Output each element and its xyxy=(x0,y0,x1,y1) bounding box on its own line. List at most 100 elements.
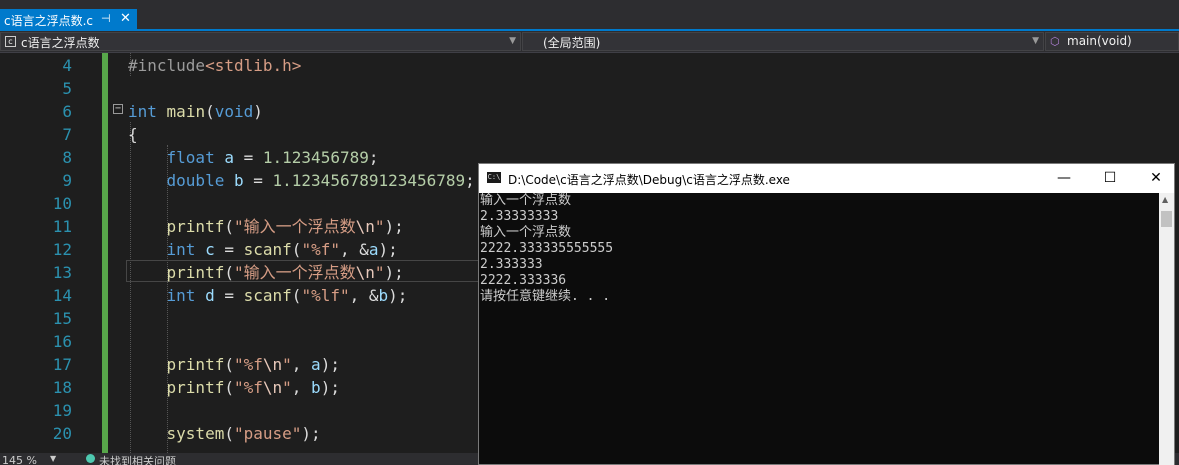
code-token: ( xyxy=(224,217,234,236)
chevron-down-icon: ▼ xyxy=(509,36,516,46)
pin-icon[interactable]: ⊣ xyxy=(101,12,111,25)
code-token: scanf xyxy=(243,240,292,259)
code-token: float xyxy=(166,148,215,167)
chevron-down-icon: ▼ xyxy=(1032,36,1039,46)
console-scrollbar[interactable]: ▲ xyxy=(1159,193,1174,465)
line-number: 5 xyxy=(62,79,72,98)
code-token: " xyxy=(374,263,385,282)
code-token: a xyxy=(311,355,321,374)
file-icon: c xyxy=(5,36,16,47)
line-number: 10 xyxy=(52,194,72,213)
code-token: printf xyxy=(166,263,225,282)
code-token: ); xyxy=(320,355,340,374)
line-number: 19 xyxy=(52,401,72,420)
member-label: main(void) xyxy=(1067,34,1132,48)
minimize-button[interactable]: — xyxy=(1044,168,1084,188)
line-number: 12 xyxy=(52,240,72,259)
code-token: printf xyxy=(166,355,225,374)
code-line[interactable]: int d = scanf("%lf", &b); xyxy=(128,284,408,307)
code-token: , xyxy=(291,378,312,397)
scroll-up-icon[interactable]: ▲ xyxy=(1162,195,1168,204)
code-line[interactable]: double b = 1.123456789123456789; xyxy=(128,169,475,192)
line-number: 13 xyxy=(52,263,72,282)
console-line: 2.333333 xyxy=(480,257,543,272)
code-line[interactable]: printf("输入一个浮点数\n"); xyxy=(128,215,404,238)
console-line: 请按任意键继续. . . xyxy=(480,289,611,304)
code-token: ) xyxy=(253,102,263,121)
code-token: ); xyxy=(320,378,340,397)
project-label: c语言之浮点数 xyxy=(21,36,100,50)
code-token: "%f xyxy=(233,355,263,374)
code-token: ); xyxy=(384,263,404,282)
code-token: scanf xyxy=(243,286,292,305)
code-line[interactable]: printf("%f\n", a); xyxy=(128,353,340,376)
code-token: 1.123456789123456789 xyxy=(272,171,466,190)
code-token: " xyxy=(282,355,292,374)
issues-status[interactable]: 未找到相关问题 xyxy=(99,453,176,465)
code-token: 1.123456789 xyxy=(262,148,369,167)
tab-bar: c语言之浮点数.c ⊣ ✕ xyxy=(0,0,1179,31)
console-titlebar[interactable]: C:\ D:\Code\c语言之浮点数\Debug\c语言之浮点数.exe — … xyxy=(479,164,1174,193)
code-line[interactable]: printf("输入一个浮点数\n"); xyxy=(128,261,404,284)
tab-c-file[interactable]: c语言之浮点数.c ⊣ ✕ xyxy=(0,9,137,31)
code-token: ( xyxy=(224,263,234,282)
code-token: "%f" xyxy=(301,240,340,259)
close-button[interactable]: ✕ xyxy=(1136,168,1176,188)
console-output: 输入一个浮点数 2.33333333 输入一个浮点数 2222.33333555555… xyxy=(479,193,1159,465)
code-line[interactable]: #include<stdlib.h> xyxy=(128,54,301,77)
close-icon[interactable]: ✕ xyxy=(120,11,131,26)
navigation-bar: c c语言之浮点数 ▼ (全局范围) ▼ ⬡ main(void) xyxy=(0,31,1179,53)
console-line: 输入一个浮点数 xyxy=(480,225,572,240)
line-number: 14 xyxy=(52,286,72,305)
console-title: D:\Code\c语言之浮点数\Debug\c语言之浮点数.exe xyxy=(508,173,790,187)
code-token: , & xyxy=(349,286,379,305)
code-line[interactable]: int main(void) xyxy=(128,100,263,123)
code-token: a xyxy=(368,240,379,259)
code-line[interactable]: float a = 1.123456789; xyxy=(128,146,379,169)
code-token: ( xyxy=(224,424,234,443)
code-token: "%f xyxy=(233,378,263,397)
line-number: 8 xyxy=(62,148,72,167)
change-indicator-bar xyxy=(102,53,108,453)
code-token: b xyxy=(378,286,389,305)
line-number: 20 xyxy=(52,424,72,443)
scope-dropdown[interactable]: (全局范围) ▼ xyxy=(522,32,1044,51)
line-number: 18 xyxy=(52,378,72,397)
code-line[interactable]: printf("%f\n", b); xyxy=(128,376,340,399)
console-line: 2.33333333 xyxy=(480,209,559,224)
code-token: \n xyxy=(262,355,283,374)
code-token: \n xyxy=(262,378,283,397)
code-token: ( xyxy=(291,286,302,305)
code-token: ( xyxy=(224,355,234,374)
code-token: #include xyxy=(128,56,206,75)
code-token: = xyxy=(243,171,273,190)
code-token: = xyxy=(214,286,244,305)
code-line[interactable]: system("pause"); xyxy=(128,422,321,445)
code-token: double xyxy=(166,171,225,190)
code-token: ; xyxy=(368,148,379,167)
code-token: "%lf" xyxy=(301,286,350,305)
zoom-level[interactable]: 145 % xyxy=(2,454,37,465)
chevron-down-icon[interactable]: ▼ xyxy=(50,454,56,463)
tab-title: c语言之浮点数.c xyxy=(4,14,94,28)
console-app-icon: C:\ xyxy=(487,172,501,183)
console-window[interactable]: C:\ D:\Code\c语言之浮点数\Debug\c语言之浮点数.exe — … xyxy=(478,163,1175,465)
code-line[interactable]: { xyxy=(128,123,138,146)
maximize-button[interactable]: ☐ xyxy=(1090,168,1130,188)
collapse-toggle-icon[interactable]: − xyxy=(113,104,123,114)
code-token: void xyxy=(214,102,254,121)
scrollbar-thumb[interactable] xyxy=(1161,211,1172,227)
project-dropdown[interactable]: c c语言之浮点数 ▼ xyxy=(0,32,521,51)
code-token: a xyxy=(224,148,234,167)
code-token: ( xyxy=(224,378,234,397)
member-dropdown[interactable]: ⬡ main(void) xyxy=(1045,32,1179,51)
code-line[interactable]: int c = scanf("%f", &a); xyxy=(128,238,398,261)
code-token: <stdlib.h> xyxy=(205,56,302,75)
